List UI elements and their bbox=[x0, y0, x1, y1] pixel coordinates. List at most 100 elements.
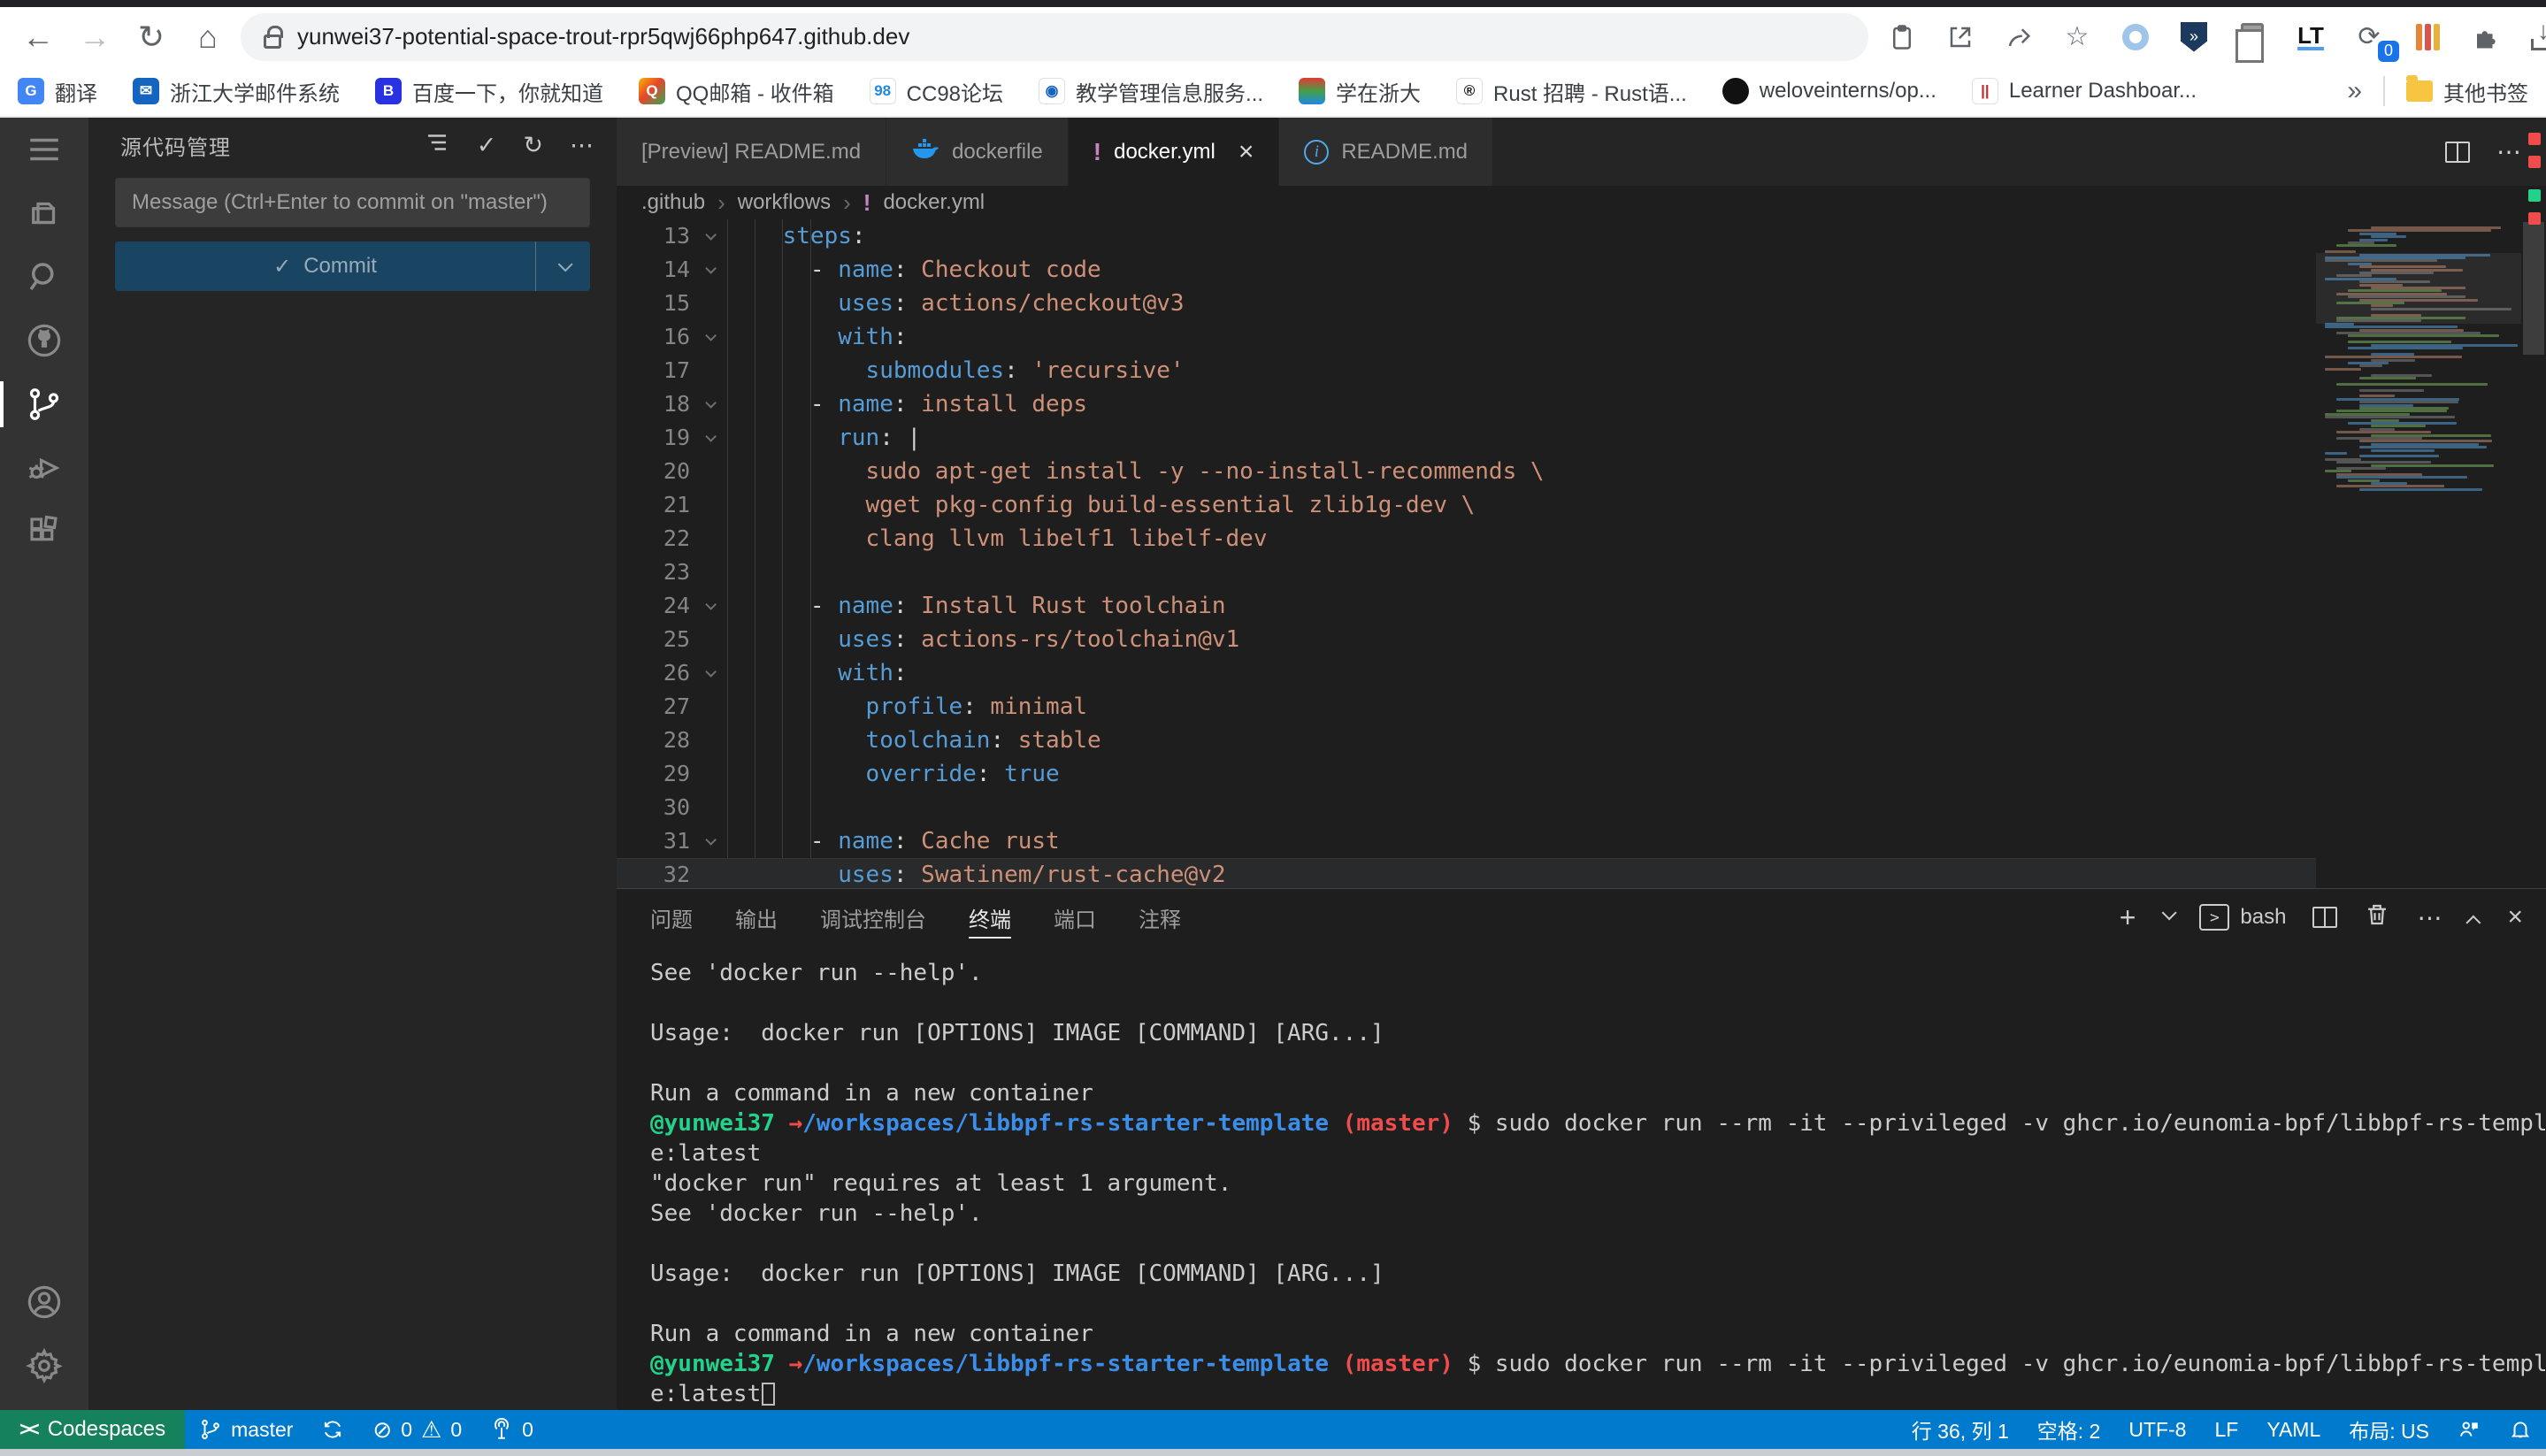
editor-scrollbar[interactable] bbox=[2521, 219, 2546, 888]
fold-chevron-icon[interactable] bbox=[690, 387, 727, 421]
open-in-new-icon[interactable] bbox=[1943, 19, 1978, 55]
fold-chevron-icon[interactable] bbox=[690, 253, 727, 287]
source-control-icon[interactable] bbox=[0, 372, 88, 436]
problems-indicator[interactable]: ⊘ 0 ⚠ 0 bbox=[358, 1410, 476, 1449]
extension-sync-badge-icon[interactable]: ⟳0 bbox=[2351, 19, 2387, 55]
address-bar[interactable]: yunwei37-potential-space-trout-rpr5qwj66… bbox=[241, 13, 1868, 61]
code-editor[interactable]: 13 steps:14 - name: Checkout code15 uses… bbox=[617, 219, 2546, 888]
bookmark-item[interactable]: QQQ邮箱 - 收件箱 bbox=[639, 76, 834, 107]
status-language[interactable]: YAML bbox=[2252, 1410, 2335, 1449]
editor-tab[interactable]: dockerfile bbox=[886, 118, 1069, 186]
breadcrumb-folder[interactable]: .github bbox=[641, 190, 705, 215]
editor-tab[interactable]: iREADME.md bbox=[1279, 118, 1493, 186]
terminal-dropdown-icon[interactable] bbox=[2162, 905, 2177, 920]
forward-button[interactable]: → bbox=[71, 13, 119, 61]
panel-tab[interactable]: 调试控制台 bbox=[820, 889, 926, 946]
commit-dropdown[interactable] bbox=[535, 241, 590, 291]
notifications-bell-icon[interactable] bbox=[2495, 1410, 2546, 1449]
status-indentation[interactable]: 空格: 2 bbox=[2023, 1410, 2115, 1449]
commit-message-input[interactable] bbox=[115, 178, 590, 227]
terminal[interactable]: See 'docker run --help'.Usage: docker ru… bbox=[617, 946, 2546, 1410]
commit-button[interactable]: ✓ Commit bbox=[115, 241, 590, 291]
kill-terminal-icon[interactable] bbox=[2364, 901, 2390, 934]
bookmarks-overflow-chevron[interactable]: » bbox=[2347, 76, 2362, 106]
bookmark-star-icon[interactable]: ☆ bbox=[2059, 19, 2095, 55]
view-as-list-icon[interactable] bbox=[424, 129, 450, 162]
terminal-line bbox=[650, 988, 2546, 1018]
status-cursor-position[interactable]: 行 36, 列 1 bbox=[1898, 1410, 2023, 1449]
back-button[interactable]: ← bbox=[14, 13, 62, 61]
home-button[interactable]: ⌂ bbox=[184, 13, 232, 61]
maximize-panel-icon[interactable] bbox=[2466, 916, 2481, 931]
fold-chevron-icon[interactable] bbox=[690, 219, 727, 253]
extension-languagetool-icon[interactable]: LT bbox=[2293, 19, 2328, 55]
sync-indicator[interactable] bbox=[307, 1410, 358, 1449]
commit-check-icon[interactable]: ✓ bbox=[477, 132, 497, 159]
terminal-line: Usage: docker run [OPTIONS] IMAGE [COMMA… bbox=[650, 1018, 2546, 1048]
fold-chevron-icon[interactable] bbox=[690, 421, 727, 455]
split-terminal-icon[interactable] bbox=[2312, 907, 2337, 928]
bookmark-item[interactable]: B百度一下，你就知道 bbox=[375, 76, 603, 107]
status-eol[interactable]: LF bbox=[2200, 1410, 2252, 1449]
bookmark-item[interactable]: 学在浙大 bbox=[1299, 76, 1421, 107]
run-debug-icon[interactable] bbox=[0, 436, 88, 500]
codespaces-remote-indicator[interactable]: >< Codespaces bbox=[0, 1410, 185, 1449]
branch-indicator[interactable]: master bbox=[185, 1410, 307, 1449]
extension-pages-icon[interactable] bbox=[2235, 19, 2270, 55]
code-line: 22 clang llvm libelf1 libelf-dev bbox=[617, 522, 2316, 556]
status-keyboard-layout[interactable]: 布局: US bbox=[2335, 1410, 2443, 1449]
new-terminal-icon[interactable]: + bbox=[2120, 901, 2136, 934]
extension-shield-icon[interactable]: » bbox=[2176, 19, 2212, 55]
share-icon[interactable] bbox=[2001, 19, 2036, 55]
editor-tab[interactable]: [Preview] README.md bbox=[617, 118, 886, 186]
ports-indicator[interactable]: 0 bbox=[476, 1410, 548, 1449]
bookmark-item[interactable]: ✉浙江大学邮件系统 bbox=[133, 76, 340, 107]
bookmark-item[interactable]: ||Learner Dashboar... bbox=[1972, 78, 2197, 104]
source-control-sidebar: 源代码管理 ✓ ↻ ⋯ ✓ Commit bbox=[88, 118, 617, 1410]
clipboard-icon[interactable] bbox=[1884, 19, 1920, 55]
fold-chevron-icon[interactable] bbox=[690, 656, 727, 690]
account-icon[interactable] bbox=[0, 1270, 88, 1334]
close-panel-icon[interactable]: × bbox=[2507, 902, 2523, 932]
extensions-icon[interactable] bbox=[0, 500, 88, 563]
line-number: 22 bbox=[617, 522, 690, 556]
explorer-icon[interactable] bbox=[0, 181, 88, 245]
search-icon[interactable] bbox=[0, 245, 88, 309]
bookmark-item[interactable]: weloveinterns/op... bbox=[1722, 78, 1936, 104]
feedback-icon[interactable] bbox=[2443, 1410, 2495, 1449]
extension-crayons-icon[interactable] bbox=[2410, 19, 2445, 55]
downloads-icon[interactable] bbox=[2527, 19, 2546, 55]
panel-tab[interactable]: 问题 bbox=[650, 889, 693, 946]
other-bookmarks[interactable]: 其他书签 bbox=[2406, 76, 2528, 107]
refresh-icon[interactable]: ↻ bbox=[523, 132, 543, 159]
fold-chevron-icon[interactable] bbox=[690, 320, 727, 354]
panel-tab[interactable]: 端口 bbox=[1054, 889, 1096, 946]
terminal-line: Usage: docker run [OPTIONS] IMAGE [COMMA… bbox=[650, 1259, 2546, 1289]
panel-more-icon[interactable]: ⋯ bbox=[2417, 903, 2443, 932]
bookmark-item[interactable]: 98CC98论坛 bbox=[870, 76, 1003, 107]
minimap[interactable] bbox=[2316, 219, 2521, 888]
panel-tab[interactable]: 输出 bbox=[735, 889, 778, 946]
extension-ring-icon[interactable] bbox=[2118, 19, 2153, 55]
more-actions-icon[interactable]: ⋯ bbox=[570, 132, 594, 159]
editor-tab[interactable]: !docker.yml× bbox=[1069, 118, 1280, 186]
breadcrumb-folder[interactable]: workflows bbox=[738, 190, 831, 215]
bookmark-item[interactable]: G翻译 bbox=[18, 76, 97, 107]
editor-more-icon[interactable]: ⋯ bbox=[2496, 137, 2523, 166]
status-encoding[interactable]: UTF-8 bbox=[2114, 1410, 2200, 1449]
fold-chevron-icon[interactable] bbox=[690, 824, 727, 858]
panel-tab[interactable]: 终端 bbox=[969, 889, 1011, 946]
settings-gear-icon[interactable] bbox=[0, 1334, 88, 1398]
github-icon[interactable] bbox=[0, 309, 88, 372]
close-icon[interactable]: × bbox=[1238, 137, 1254, 167]
terminal-shell-item[interactable]: > bash bbox=[2199, 904, 2286, 931]
bookmark-item[interactable]: ◉教学管理信息服务... bbox=[1039, 76, 1263, 107]
fold-chevron-icon[interactable] bbox=[690, 589, 727, 623]
breadcrumb-file[interactable]: docker.yml bbox=[883, 190, 985, 215]
reload-button[interactable]: ↻ bbox=[127, 13, 175, 61]
panel-tab[interactable]: 注释 bbox=[1139, 889, 1181, 946]
extensions-puzzle-icon[interactable] bbox=[2468, 19, 2504, 55]
menu-icon[interactable] bbox=[0, 118, 88, 181]
bookmark-item[interactable]: ®Rust 招聘 - Rust语... bbox=[1456, 76, 1687, 107]
split-editor-icon[interactable] bbox=[2445, 142, 2470, 163]
